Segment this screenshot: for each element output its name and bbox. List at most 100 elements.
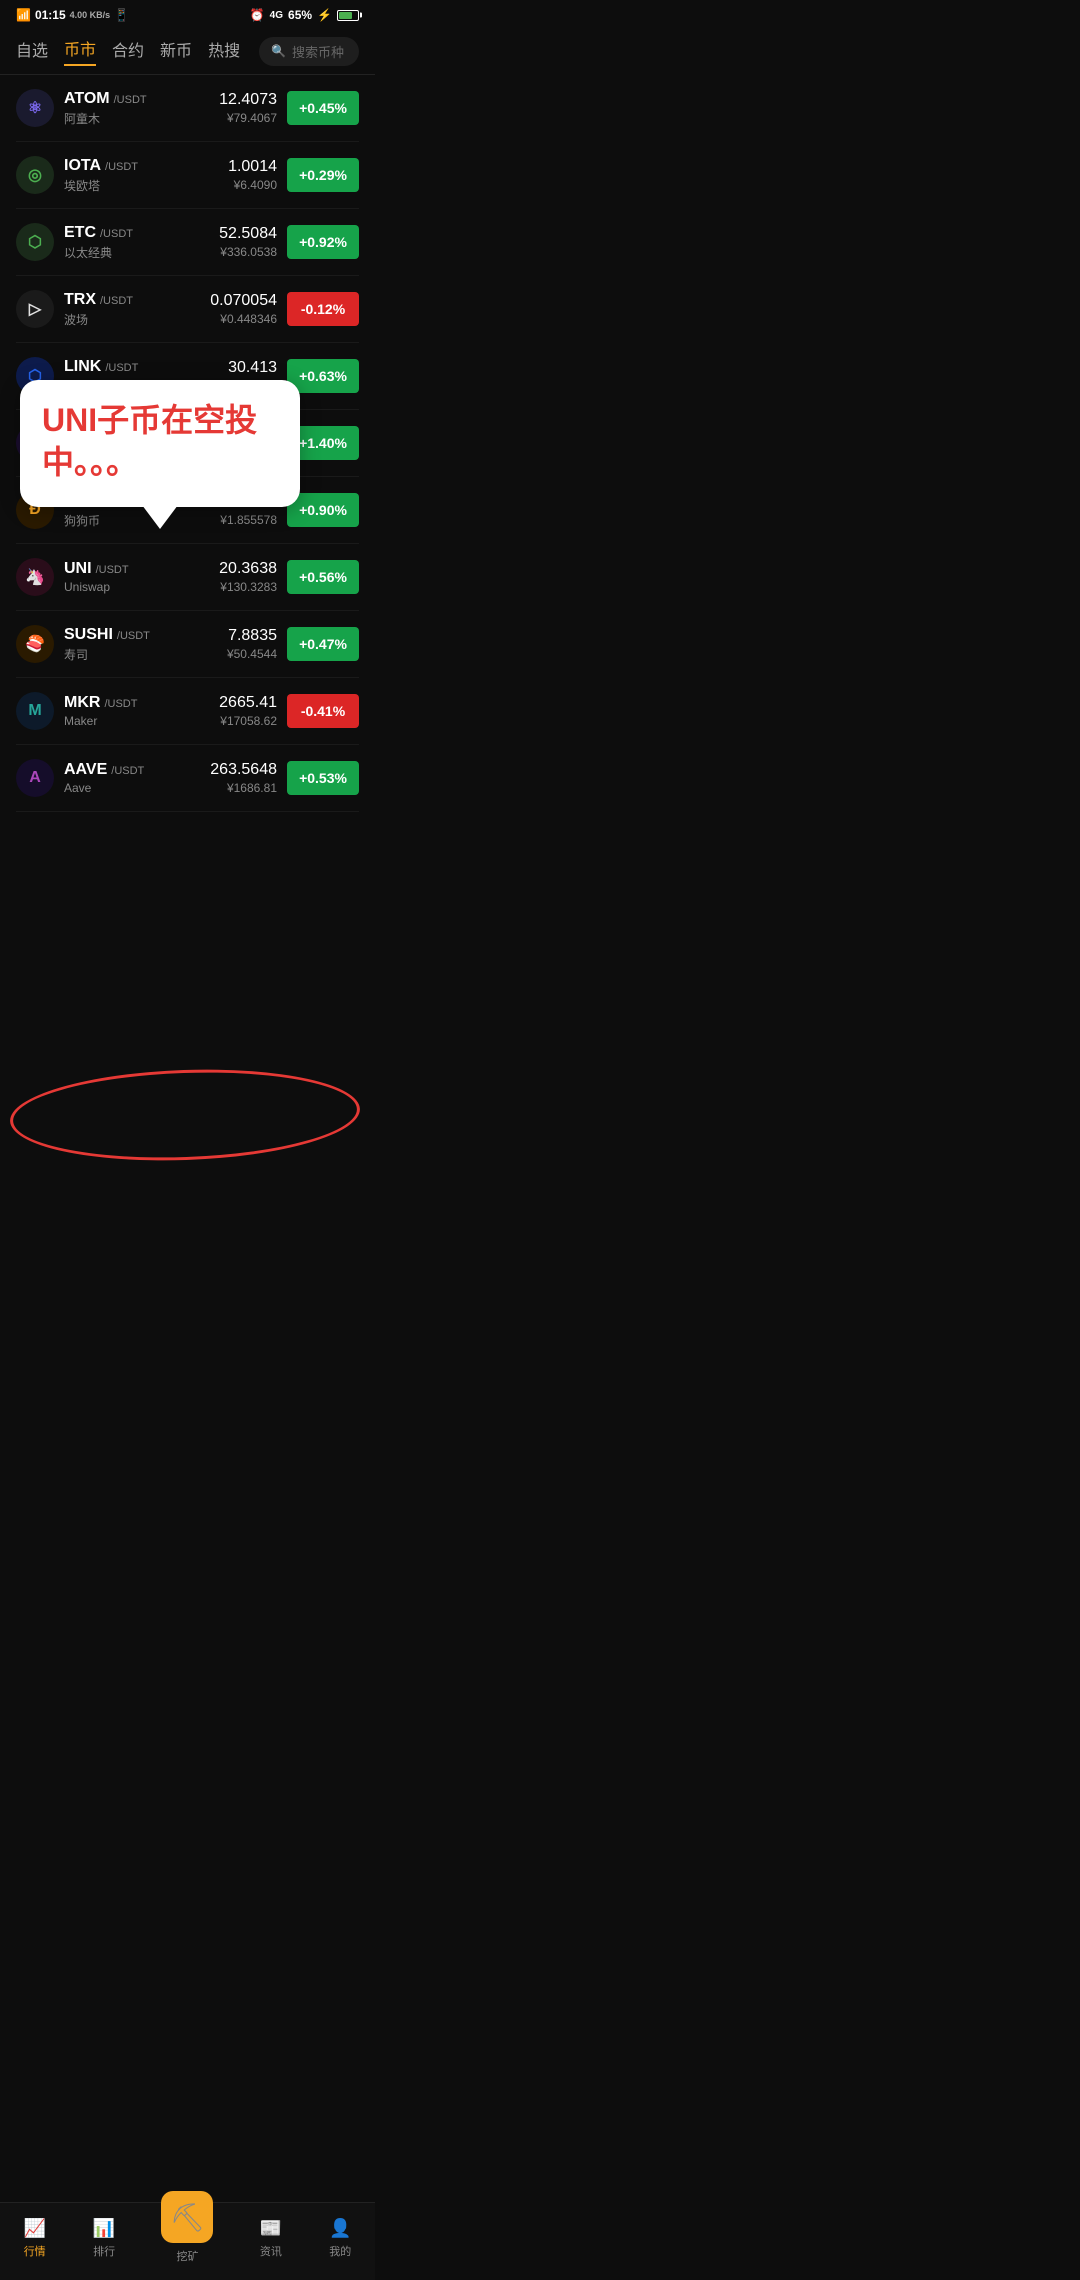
coin-prices: 263.5648 ¥1686.81 <box>210 761 277 795</box>
coin-icon-mkr: M <box>16 692 54 730</box>
search-icon: 🔍 <box>271 44 286 58</box>
coin-icon-sushi: 🍣 <box>16 625 54 663</box>
coin-price-cny: ¥0.448346 <box>210 312 277 326</box>
rank-icon: 📊 <box>92 2216 116 2240</box>
coin-price-cny: ¥1.855578 <box>210 513 277 527</box>
coin-symbol: ATOM <box>64 90 110 108</box>
change-badge: -0.12% <box>287 292 359 326</box>
coin-row-atom[interactable]: ⚛ ATOM /USDT 阿童木 12.4073 ¥79.4067 +0.45% <box>16 75 359 142</box>
coin-prices: 1.0014 ¥6.4090 <box>228 158 277 192</box>
mining-icon: ⛏ <box>170 2201 206 2234</box>
speech-bubble: UNI子币在空投中。。。 <box>20 380 300 507</box>
news-icon: 📰 <box>259 2216 283 2240</box>
coin-row-aave[interactable]: A AAVE /USDT Aave 263.5648 ¥1686.81 +0.5… <box>16 745 359 812</box>
coin-price-cny: ¥336.0538 <box>219 245 277 259</box>
coin-row-uni[interactable]: 🦄 UNI /USDT Uniswap 20.3638 ¥130.3283 +0… <box>16 544 359 611</box>
coin-prices: 7.8835 ¥50.4544 <box>227 627 277 661</box>
coin-icon-iota: ◎ <box>16 156 54 194</box>
coin-price: 2665.41 <box>219 694 277 712</box>
coin-info-uni: UNI /USDT Uniswap <box>64 560 219 594</box>
battery-icon <box>337 10 359 21</box>
network-type: 4G <box>270 10 283 21</box>
red-circle-annotation <box>9 1064 362 1166</box>
coin-row-etc[interactable]: ⬡ ETC /USDT 以太经典 52.5084 ¥336.0538 +0.92… <box>16 209 359 276</box>
sim-icon: 📱 <box>114 8 129 22</box>
coin-row-trx[interactable]: ▷ TRX /USDT 波场 0.070054 ¥0.448346 -0.12% <box>16 276 359 343</box>
coin-info-atom: ATOM /USDT 阿童木 <box>64 90 219 127</box>
coin-symbol: AAVE <box>64 761 107 779</box>
coin-symbol: MKR <box>64 694 100 712</box>
coin-row-sushi[interactable]: 🍣 SUSHI /USDT 寿司 7.8835 ¥50.4544 +0.47% <box>16 611 359 678</box>
change-badge: +0.45% <box>287 91 359 125</box>
coin-price-cny: ¥17058.62 <box>219 714 277 728</box>
profile-label: 我的 <box>329 2243 351 2259</box>
status-bar: 📶 01:15 4.00 KB/s 📱 ⏰ 4G 65% ⚡ <box>0 0 375 28</box>
alarm-icon: ⏰ <box>250 8 265 22</box>
change-badge: +0.56% <box>287 560 359 594</box>
coin-pair: /USDT <box>117 630 150 642</box>
coin-symbol: UNI <box>64 560 92 578</box>
bubble-tail <box>142 505 178 529</box>
coin-name-cn: Maker <box>64 714 219 728</box>
coin-price-cny: ¥1686.81 <box>210 781 277 795</box>
coin-price-cny: ¥6.4090 <box>228 178 277 192</box>
coin-name-cn: 波场 <box>64 311 210 328</box>
nav-rank[interactable]: 📊 排行 <box>92 2216 116 2259</box>
coin-pair: /USDT <box>105 161 138 173</box>
coin-info-etc: ETC /USDT 以太经典 <box>64 224 219 261</box>
coin-name-cn: Aave <box>64 781 210 795</box>
coin-symbol: IOTA <box>64 157 101 175</box>
coin-price: 30.413 <box>227 359 277 377</box>
nav-profile[interactable]: 👤 我的 <box>328 2216 352 2259</box>
coin-icon-atom: ⚛ <box>16 89 54 127</box>
status-right: ⏰ 4G 65% ⚡ <box>250 8 359 22</box>
status-left: 📶 01:15 4.00 KB/s 📱 <box>16 8 129 22</box>
tab-xinbi[interactable]: 新币 <box>160 37 192 65</box>
coin-name-cn: 狗狗币 <box>64 512 210 529</box>
market-icon: 📈 <box>23 2216 47 2240</box>
tab-heyue[interactable]: 合约 <box>112 37 144 65</box>
coin-pair: /USDT <box>105 362 138 374</box>
coin-name-cn: 阿童木 <box>64 110 219 127</box>
coin-pair: /USDT <box>100 228 133 240</box>
coin-icon-trx: ▷ <box>16 290 54 328</box>
search-placeholder: 搜索币种 <box>292 42 344 61</box>
coin-price: 1.0014 <box>228 158 277 176</box>
nav-mining[interactable]: ⛏ 挖矿 <box>161 2191 213 2264</box>
signal-icon: 📶 <box>16 8 31 22</box>
coin-symbol: SUSHI <box>64 626 113 644</box>
speed: 4.00 KB/s <box>70 10 111 20</box>
news-label: 资讯 <box>260 2243 282 2259</box>
coin-price: 263.5648 <box>210 761 277 779</box>
search-box[interactable]: 🔍 搜索币种 <box>259 37 359 66</box>
coin-info-aave: AAVE /USDT Aave <box>64 761 210 795</box>
coin-row-iota[interactable]: ◎ IOTA /USDT 埃欧塔 1.0014 ¥6.4090 +0.29% <box>16 142 359 209</box>
coin-price: 52.5084 <box>219 225 277 243</box>
coin-pair: /USDT <box>104 698 137 710</box>
coin-price-cny: ¥79.4067 <box>219 111 277 125</box>
coin-symbol: TRX <box>64 291 96 309</box>
coin-price: 12.4073 <box>219 91 277 109</box>
tab-zixuan[interactable]: 自选 <box>16 37 48 65</box>
market-label: 行情 <box>24 2243 46 2259</box>
coin-symbol: LINK <box>64 358 101 376</box>
coin-pair: /USDT <box>114 94 147 106</box>
coin-info-trx: TRX /USDT 波场 <box>64 291 210 328</box>
coin-row-mkr[interactable]: M MKR /USDT Maker 2665.41 ¥17058.62 -0.4… <box>16 678 359 745</box>
tab-bishi[interactable]: 币市 <box>64 36 96 66</box>
nav-market[interactable]: 📈 行情 <box>23 2216 47 2259</box>
nav-news[interactable]: 📰 资讯 <box>259 2216 283 2259</box>
battery-pct: 65% <box>288 8 312 22</box>
coin-prices: 52.5084 ¥336.0538 <box>219 225 277 259</box>
app-container: 📶 01:15 4.00 KB/s 📱 ⏰ 4G 65% ⚡ 自选 币市 合约 … <box>0 0 375 892</box>
coin-prices: 20.3638 ¥130.3283 <box>219 560 277 594</box>
coin-pair: /USDT <box>96 564 129 576</box>
change-badge: +0.92% <box>287 225 359 259</box>
coin-prices: 0.070054 ¥0.448346 <box>210 292 277 326</box>
coin-price-cny: ¥50.4544 <box>227 647 277 661</box>
tab-resou[interactable]: 热搜 <box>208 37 240 65</box>
coin-symbol: ETC <box>64 224 96 242</box>
coin-name-cn: 以太经典 <box>64 244 219 261</box>
mining-btn[interactable]: ⛏ <box>161 2191 213 2243</box>
lightning-icon: ⚡ <box>317 8 332 22</box>
